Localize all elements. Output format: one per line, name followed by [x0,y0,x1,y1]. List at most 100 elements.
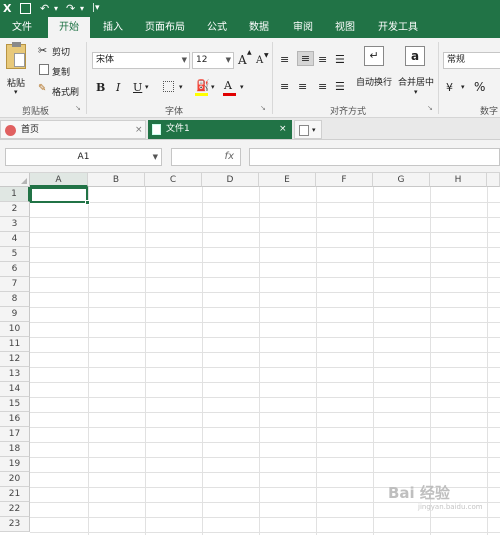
currency-dropdown-icon[interactable]: ▾ [461,83,465,91]
shrink-font-button[interactable]: A [256,55,263,66]
align-left-icon[interactable]: ≡ [280,80,289,93]
row-header-12[interactable]: 12 [0,352,30,367]
column-header-A[interactable]: A [30,173,88,187]
underline-dropdown-icon[interactable]: ▾ [145,83,149,91]
fill-color-bucket-icon[interactable]: ⛽ [196,79,210,92]
align-right-icon[interactable]: ≡ [318,80,327,93]
doc-tab-file1[interactable]: 文件1 × [148,120,292,139]
tab-file[interactable]: 文件 [2,17,42,38]
row-header-13[interactable]: 13 [0,367,30,382]
merge-dropdown-icon[interactable]: ▾ [414,88,418,96]
new-tab-button[interactable]: ▾ [294,120,322,139]
row-header-8[interactable]: 8 [0,292,30,307]
paste-clipboard-icon[interactable] [6,42,26,69]
row-header-14[interactable]: 14 [0,382,30,397]
tab-insert[interactable]: 插入 [96,17,130,38]
close-icon[interactable]: × [135,121,143,140]
tab-data[interactable]: 数据 [242,17,276,38]
tab-home[interactable]: 开始 [48,17,90,39]
fill-color-dropdown-icon[interactable]: ▾ [211,83,215,91]
underline-button[interactable]: U [133,81,142,94]
wrap-text-button[interactable]: 自动换行 [356,75,392,88]
currency-button[interactable]: ¥ [446,81,453,94]
spreadsheet-grid[interactable]: A B C D E F G H 1 2 3 4 5 6 7 8 9 10 11 … [0,173,500,535]
select-all-corner[interactable] [0,173,30,187]
row-header-18[interactable]: 18 [0,442,30,457]
row-header-20[interactable]: 20 [0,472,30,487]
row-header-3[interactable]: 3 [0,217,30,232]
row-header-1[interactable]: 1 [0,187,30,202]
customize-quick-access-icon[interactable]: |▾ [92,0,100,17]
row-header-9[interactable]: 9 [0,307,30,322]
format-painter-button[interactable]: 格式刷 [52,85,79,98]
number-format-select[interactable]: 常规 [443,52,500,69]
indent-orientation-icon[interactable]: ☰ [335,53,345,66]
column-header-C[interactable]: C [145,173,202,187]
align-middle-icon[interactable]: ≡ [297,51,314,66]
cut-scissors-icon[interactable]: ✂ [38,44,47,57]
chevron-down-icon[interactable]: ▼ [153,149,158,165]
paste-dropdown-icon[interactable]: ▾ [14,88,18,96]
italic-button[interactable]: I [116,81,120,94]
active-cell-A1[interactable] [30,187,88,203]
wrap-text-icon[interactable]: ↵ [364,46,384,66]
border-dropdown-icon[interactable]: ▾ [179,83,183,91]
formula-input[interactable] [249,148,500,166]
cut-button[interactable]: 剪切 [52,45,70,58]
row-header-2[interactable]: 2 [0,202,30,217]
row-header-15[interactable]: 15 [0,397,30,412]
clipboard-launcher-icon[interactable]: ↘ [75,104,81,112]
column-header-G[interactable]: G [373,173,430,187]
align-center-icon[interactable]: ≡ [298,80,307,93]
column-header-D[interactable]: D [202,173,259,187]
tab-formulas[interactable]: 公式 [200,17,234,38]
font-color-dropdown-icon[interactable]: ▾ [240,83,244,91]
merge-center-icon[interactable]: a [405,46,425,66]
copy-icon[interactable] [39,64,49,75]
row-header-17[interactable]: 17 [0,427,30,442]
font-launcher-icon[interactable]: ↘ [260,104,266,112]
column-header-B[interactable]: B [88,173,145,187]
row-header-5[interactable]: 5 [0,247,30,262]
bold-button[interactable]: B [96,81,105,94]
row-header-7[interactable]: 7 [0,277,30,292]
row-header-21[interactable]: 21 [0,487,30,502]
decrease-indent-icon[interactable]: ☰ [335,80,345,93]
row-header-19[interactable]: 19 [0,457,30,472]
column-header-F[interactable]: F [316,173,373,187]
row-header-10[interactable]: 10 [0,322,30,337]
redo-icon[interactable]: ↷ [66,0,75,17]
row-header-11[interactable]: 11 [0,337,30,352]
column-header-E[interactable]: E [259,173,316,187]
tab-developer[interactable]: 开发工具 [372,17,424,38]
fill-handle[interactable] [85,200,90,205]
font-color-button[interactable]: A [224,79,232,92]
row-header-16[interactable]: 16 [0,412,30,427]
tab-view[interactable]: 视图 [328,17,362,38]
merge-center-button[interactable]: 合并居中 [398,75,434,88]
font-name-select[interactable]: 宋体 ▼ [92,52,190,69]
save-icon[interactable] [20,3,31,14]
percent-button[interactable]: % [474,80,485,94]
format-painter-brush-icon[interactable]: ✎ [38,83,46,94]
doc-tab-home[interactable]: 首页 × [0,120,146,139]
border-grid-icon[interactable] [163,81,174,92]
insert-function-button[interactable]: fx [171,148,241,166]
row-header-6[interactable]: 6 [0,262,30,277]
copy-button[interactable]: 复制 [52,65,70,78]
row-header-22[interactable]: 22 [0,502,30,517]
font-size-select[interactable]: 12 ▼ [192,52,234,69]
tab-review[interactable]: 审阅 [286,17,320,38]
undo-icon[interactable]: ↶ [40,0,49,17]
column-header-H[interactable]: H [430,173,487,187]
undo-dropdown-icon[interactable]: ▾ [54,0,58,17]
align-bottom-icon[interactable]: ≡ [318,53,327,66]
grow-font-button[interactable]: A [238,53,247,67]
close-icon[interactable]: × [279,120,287,139]
alignment-launcher-icon[interactable]: ↘ [427,104,433,112]
column-header-partial[interactable] [487,173,500,187]
row-header-23[interactable]: 23 [0,517,30,532]
row-header-4[interactable]: 4 [0,232,30,247]
name-box[interactable]: A1 ▼ [5,148,162,166]
redo-dropdown-icon[interactable]: ▾ [80,0,84,17]
